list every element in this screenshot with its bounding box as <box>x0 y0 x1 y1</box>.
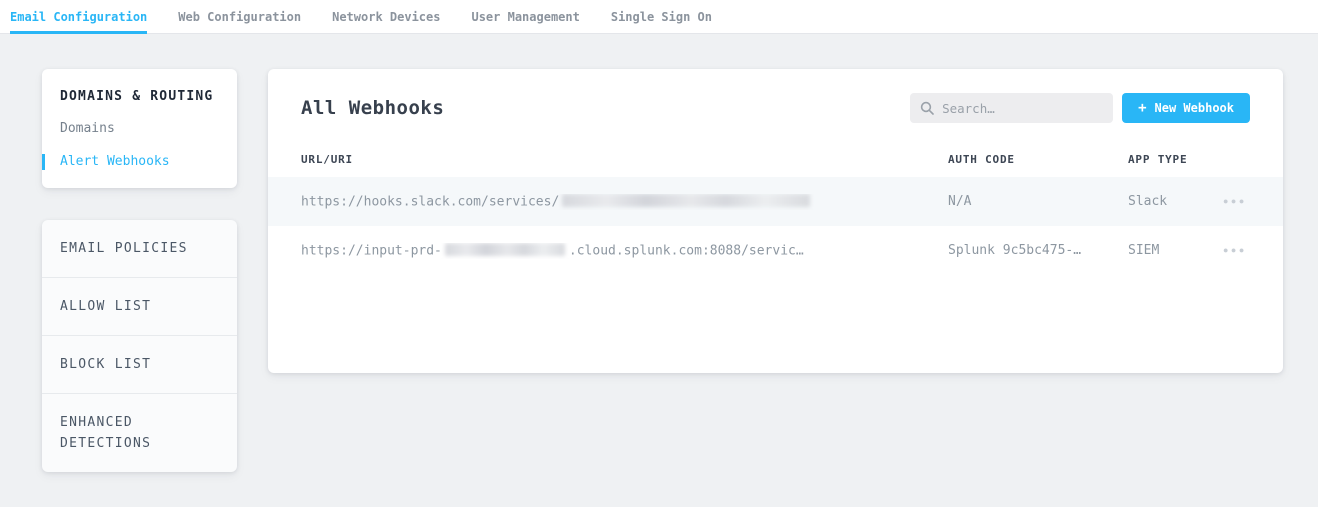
tab-single-sign-on[interactable]: Single Sign On <box>611 0 712 33</box>
sidebar-item-allow-list[interactable]: ALLOW LIST <box>42 278 237 336</box>
sidebar-item-enhanced-detections[interactable]: ENHANCED DETECTIONS <box>42 394 237 472</box>
column-header-app-type: APP TYPE <box>1128 153 1207 166</box>
webhook-url-prefix: https://input-prd- <box>301 243 442 258</box>
table-row: https://hooks.slack.com/services/ N/A Sl… <box>268 177 1283 226</box>
sidebar-sections-card: EMAIL POLICIES ALLOW LIST BLOCK LIST ENH… <box>42 220 237 472</box>
row-menu-ellipsis-icon[interactable]: ●●● <box>1219 244 1251 257</box>
sidebar-item-alert-webhooks[interactable]: Alert Webhooks <box>42 154 237 170</box>
auth-code-cell: N/A <box>948 194 1128 209</box>
sidebar-item-domains[interactable]: Domains <box>42 121 237 137</box>
sidebar: DOMAINS & ROUTING Domains Alert Webhooks… <box>42 69 237 472</box>
auth-code-cell: Splunk 9c5bc475-… <box>948 243 1128 258</box>
column-header-auth-code: AUTH CODE <box>948 153 1128 166</box>
tab-network-devices[interactable]: Network Devices <box>332 0 440 33</box>
redacted-url-segment <box>445 243 565 256</box>
page-title: All Webhooks <box>301 97 444 119</box>
row-actions: ●●● <box>1207 244 1251 257</box>
sidebar-item-block-list[interactable]: BLOCK LIST <box>42 336 237 394</box>
tab-user-management[interactable]: User Management <box>471 0 579 33</box>
row-actions: ●●● <box>1207 195 1251 208</box>
webhook-url-cell: https://hooks.slack.com/services/ <box>301 194 948 210</box>
new-webhook-button[interactable]: + New Webhook <box>1122 93 1250 123</box>
webhook-url-suffix: .cloud.splunk.com:8088/servic… <box>569 243 804 258</box>
app-type-cell: SIEM <box>1128 243 1207 258</box>
column-header-url: URL/URI <box>301 153 948 166</box>
tab-web-configuration[interactable]: Web Configuration <box>178 0 301 33</box>
all-webhooks-panel: All Webhooks + New Webhook URL/URI AUTH … <box>268 69 1283 373</box>
header-actions: + New Webhook <box>910 93 1250 123</box>
row-menu-ellipsis-icon[interactable]: ●●● <box>1219 195 1251 208</box>
search-box <box>910 93 1113 123</box>
search-icon <box>920 101 934 115</box>
domains-routing-card: DOMAINS & ROUTING Domains Alert Webhooks <box>42 69 237 188</box>
table-header-row: URL/URI AUTH CODE APP TYPE <box>268 141 1283 177</box>
webhook-url-prefix: https://hooks.slack.com/services/ <box>301 194 559 209</box>
tab-email-configuration[interactable]: Email Configuration <box>10 0 147 33</box>
panel-header: All Webhooks + New Webhook <box>268 69 1283 141</box>
new-webhook-button-label: New Webhook <box>1155 101 1234 115</box>
redacted-url-segment <box>562 194 810 207</box>
search-input[interactable] <box>942 101 1103 116</box>
sidebar-item-email-policies[interactable]: EMAIL POLICIES <box>42 220 237 278</box>
domains-routing-header: DOMAINS & ROUTING <box>42 89 237 104</box>
webhook-url-cell: https://input-prd- .cloud.splunk.com:8088… <box>301 243 948 259</box>
plus-icon: + <box>1138 101 1146 115</box>
table-row: https://input-prd- .cloud.splunk.com:8088… <box>268 226 1283 275</box>
top-tab-bar: Email Configuration Web Configuration Ne… <box>0 0 1318 34</box>
app-type-cell: Slack <box>1128 194 1207 209</box>
